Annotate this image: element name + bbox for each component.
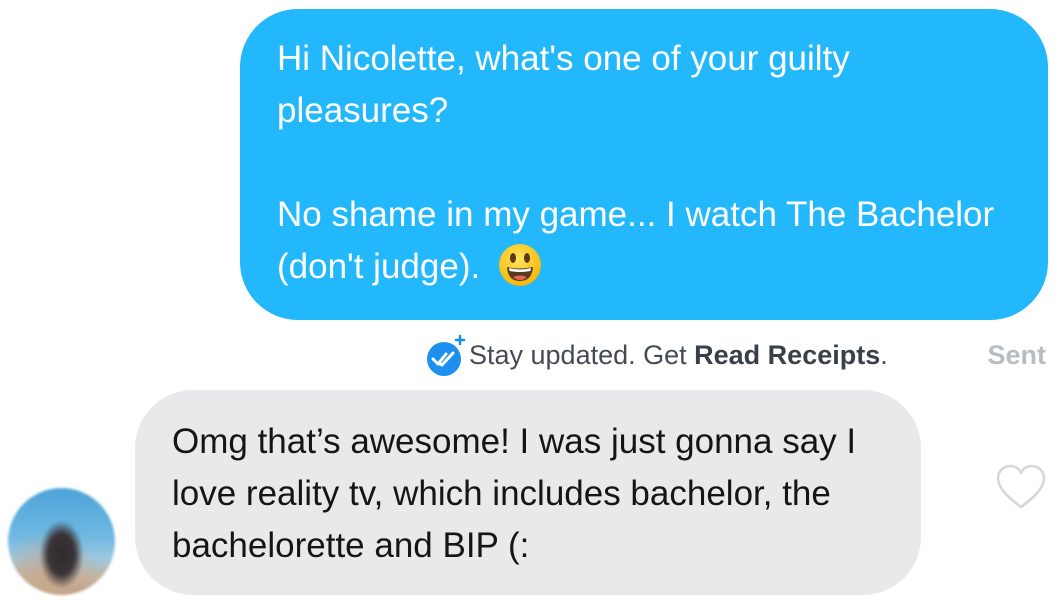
sent-message-paragraph-2: No shame in my game... I watch The Bache… xyxy=(277,189,1018,293)
smiley-face-emoji-icon xyxy=(499,244,542,286)
read-receipts-promo[interactable]: Stay updated. Get Read Receipts. xyxy=(469,340,888,371)
sent-status-label: Sent xyxy=(987,340,1046,370)
avatar[interactable] xyxy=(8,488,115,595)
heart-outline-icon[interactable] xyxy=(995,463,1047,511)
read-receipts-suffix: . xyxy=(880,340,888,370)
sent-message-paragraph-2-text: No shame in my game... I watch The Bache… xyxy=(277,195,995,286)
sent-message-paragraph-1: Hi Nicolette, what's one of your guilty … xyxy=(277,39,850,130)
read-receipts-link[interactable]: Read Receipts xyxy=(694,340,880,370)
sent-message-bubble[interactable]: Hi Nicolette, what's one of your guilty … xyxy=(240,9,1048,320)
message-status-row: Stay updated. Get Read Receipts. Sent xyxy=(0,332,1055,382)
received-message-bubble[interactable]: Omg that’s awesome! I was just gonna say… xyxy=(135,390,921,595)
read-receipts-prefix: Stay updated. Get xyxy=(469,340,695,370)
received-message-row: Omg that’s awesome! I was just gonna say… xyxy=(0,390,1055,603)
read-receipt-checkmark-icon[interactable] xyxy=(424,334,466,378)
